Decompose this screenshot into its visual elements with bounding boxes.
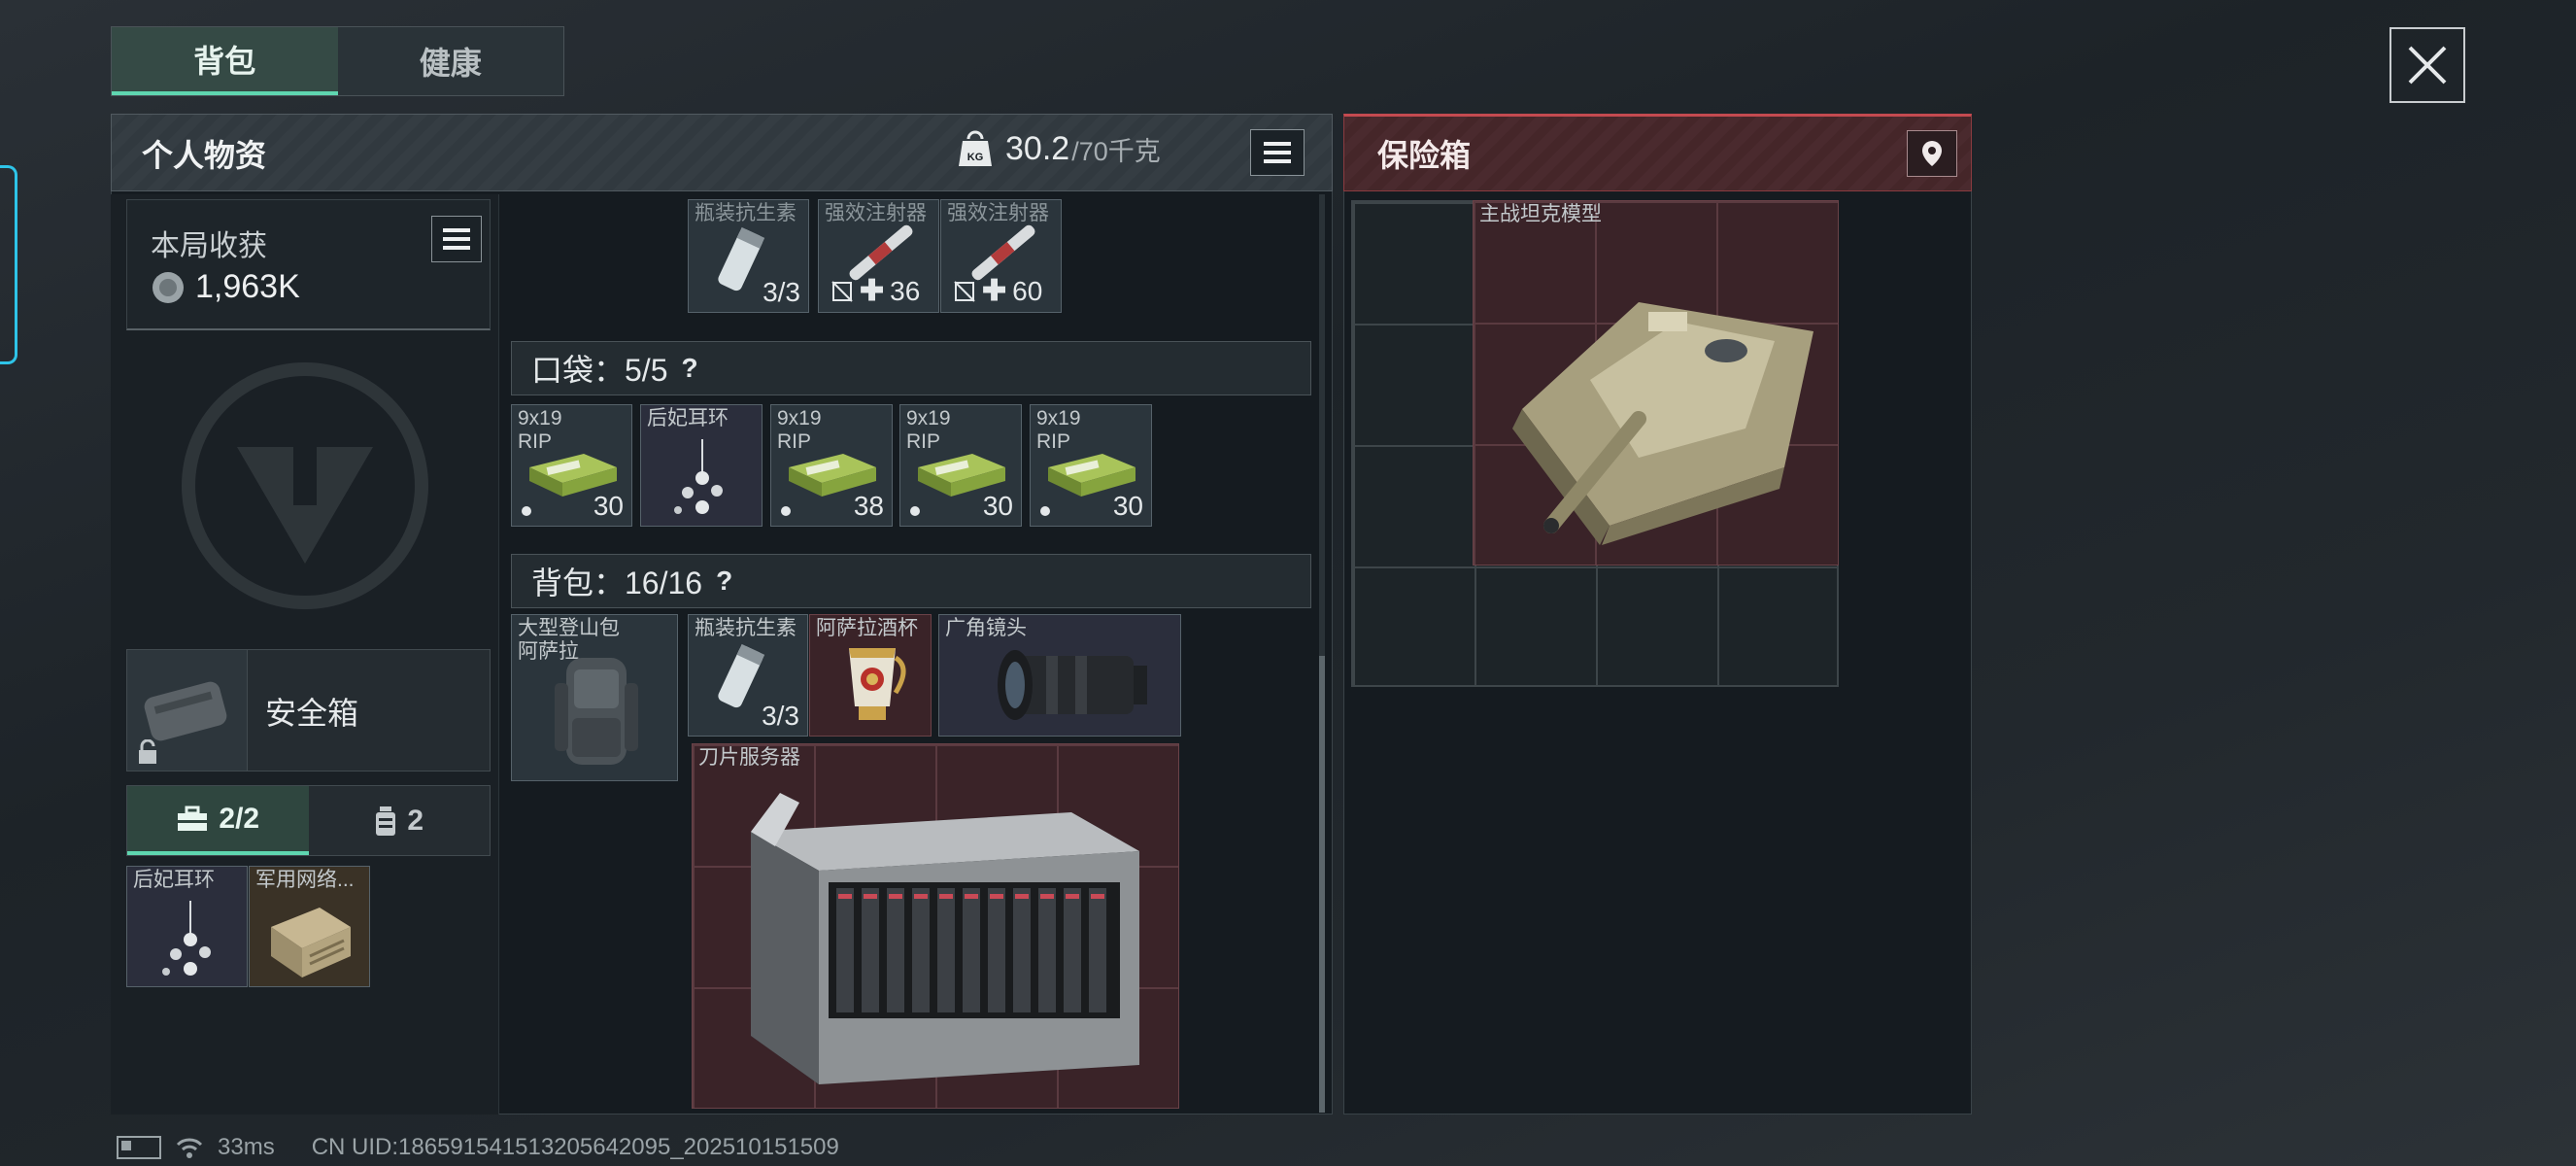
weight-max: /70千克 xyxy=(1071,136,1161,166)
item-count: 30 xyxy=(982,491,1013,521)
ammo-dot-icon xyxy=(522,506,531,516)
safe-box-label: 安全箱 xyxy=(265,696,359,731)
harvest-value: 1,963K xyxy=(195,268,300,305)
antibiotic-bottle-icon xyxy=(718,643,765,708)
item-count-row: ✚ 60 xyxy=(953,274,1042,308)
item-name: 刀片服务器 xyxy=(698,746,800,769)
ammo-dot-icon xyxy=(1040,506,1050,516)
tab-backpack[interactable]: 背包 xyxy=(112,27,338,95)
pocket-label: 口袋：5/5 xyxy=(531,353,668,388)
harvest-label: 本局收获 xyxy=(151,230,267,262)
pocket-item-ammo[interactable]: 9x19 RIP 30 xyxy=(899,404,1022,527)
subtab-toolbox[interactable]: 2/2 xyxy=(127,786,309,855)
faction-emblem-watermark xyxy=(182,362,428,609)
harvest-value-row: 1,963K xyxy=(151,268,300,306)
item-antibiotics-top[interactable]: 瓶装抗生素 3/3 xyxy=(688,199,809,313)
location-pin-icon xyxy=(1922,141,1942,166)
backpack-item-asara-cup[interactable]: 阿萨拉酒杯 xyxy=(809,614,932,737)
subtab-container[interactable]: 2 xyxy=(309,786,491,855)
item-name: 后妃耳环 xyxy=(647,407,729,429)
ping-value: 33ms xyxy=(218,1134,275,1160)
backpack-item-antibiotics[interactable]: 瓶装抗生素 3/3 xyxy=(688,614,808,737)
inventory-scrollbar-thumb[interactable] xyxy=(1319,656,1325,1113)
weight-icon: KG xyxy=(959,130,992,166)
camera-lens-icon xyxy=(998,650,1147,720)
round-harvest-box: 本局收获 1,963K xyxy=(126,199,491,330)
coin-icon xyxy=(153,271,184,303)
safebox-subtabs: 2/2 2 xyxy=(126,785,491,856)
safe-box-slot[interactable]: 安全箱 xyxy=(126,649,491,772)
backpack-help-icon[interactable]: ? xyxy=(716,566,732,597)
list-icon xyxy=(1264,142,1291,163)
safebox-item-earring[interactable]: 后妃耳环 xyxy=(126,866,248,987)
weight-current: 30.2 xyxy=(1005,129,1070,167)
blade-server-icon xyxy=(751,793,1139,1084)
safe-item-tank-model[interactable]: 主战坦克模型 xyxy=(1473,200,1839,566)
wifi-icon xyxy=(176,1138,203,1158)
lock-icon xyxy=(139,739,156,764)
panel-title: 个人物资 xyxy=(142,138,267,173)
canister-icon xyxy=(376,806,396,836)
tab-health[interactable]: 健康 xyxy=(338,27,564,95)
item-count: 3/3 xyxy=(762,701,799,731)
pocket-item-earring[interactable]: 后妃耳环 xyxy=(640,404,763,527)
svg-text:KG: KG xyxy=(967,152,984,163)
no-use-icon xyxy=(831,280,853,302)
ammo-dot-icon xyxy=(781,506,791,516)
backpack-section-header: 背包：16/16 ? xyxy=(511,554,1311,608)
user-uid: CN UID:186591541513205642095_20251015150… xyxy=(311,1134,839,1160)
item-name: 瓶装抗生素 xyxy=(695,617,797,639)
item-injector-2[interactable]: 强效注射器 ✚ 60 xyxy=(940,199,1062,313)
network-device-icon xyxy=(271,908,351,977)
item-count: 60 xyxy=(1012,275,1043,306)
plus-icon: ✚ xyxy=(982,275,1007,307)
subtab-toolbox-count: 2/2 xyxy=(219,802,260,835)
pocket-section-header: 口袋：5/5 ? xyxy=(511,341,1311,395)
backpack-item-blade-server[interactable]: 刀片服务器 xyxy=(692,743,1179,1109)
item-name: 主战坦克模型 xyxy=(1479,203,1602,225)
list-icon xyxy=(443,228,470,250)
sort-list-button[interactable] xyxy=(1250,129,1305,176)
earring-icon xyxy=(162,901,211,976)
safe-box-thumb xyxy=(127,650,248,771)
close-button[interactable] xyxy=(2390,27,2465,103)
pocket-help-icon[interactable]: ? xyxy=(682,353,698,384)
pocket-item-ammo[interactable]: 9x19 RIP 30 xyxy=(511,404,632,527)
safe-panel-title: 保险箱 xyxy=(1377,138,1472,173)
location-button[interactable] xyxy=(1907,130,1957,177)
battery-icon xyxy=(117,1136,161,1159)
backpack-item-wide-lens[interactable]: 广角镜头 xyxy=(938,614,1181,737)
status-bar: 33ms CN UID:186591541513205642095_202510… xyxy=(117,1134,839,1161)
weight-display: KG 30.2/70千克 xyxy=(957,129,1161,168)
item-name: 阿萨拉酒杯 xyxy=(816,617,918,639)
backpack-icon xyxy=(555,658,638,765)
close-icon xyxy=(2408,46,2447,85)
pocket-item-ammo[interactable]: 9x19 RIP 38 xyxy=(770,404,893,527)
antibiotic-bottle-icon xyxy=(718,226,765,292)
toolbox-icon xyxy=(178,806,208,831)
item-count: 38 xyxy=(853,491,884,521)
subtab-container-count: 2 xyxy=(407,804,424,837)
item-injector-1[interactable]: 强效注射器 ✚ 36 xyxy=(818,199,939,313)
item-name: 后妃耳环 xyxy=(133,869,215,891)
item-name: 军用网络... xyxy=(255,869,355,891)
backpack-item-large-pack[interactable]: 大型登山包 阿萨拉 xyxy=(511,614,678,781)
earring-icon xyxy=(674,439,723,514)
item-count: 30 xyxy=(1112,491,1143,521)
plus-icon: ✚ xyxy=(860,275,885,307)
no-use-icon xyxy=(954,280,975,302)
item-count: 30 xyxy=(593,491,624,521)
tank-model-icon xyxy=(1512,302,1813,545)
harvest-list-button[interactable] xyxy=(431,216,482,262)
top-tabs: 背包 健康 xyxy=(111,26,564,96)
item-count: 3/3 xyxy=(763,277,800,307)
safebox-item-military-network[interactable]: 军用网络... xyxy=(249,866,370,987)
item-count-row: ✚ 36 xyxy=(830,274,920,308)
backpack-label: 背包：16/16 xyxy=(531,566,703,600)
ammo-dot-icon xyxy=(910,506,920,516)
pocket-item-ammo[interactable]: 9x19 RIP 30 xyxy=(1030,404,1152,527)
golden-cup-icon xyxy=(849,648,906,720)
side-edge-tab[interactable] xyxy=(0,165,17,364)
item-count: 36 xyxy=(890,275,921,306)
